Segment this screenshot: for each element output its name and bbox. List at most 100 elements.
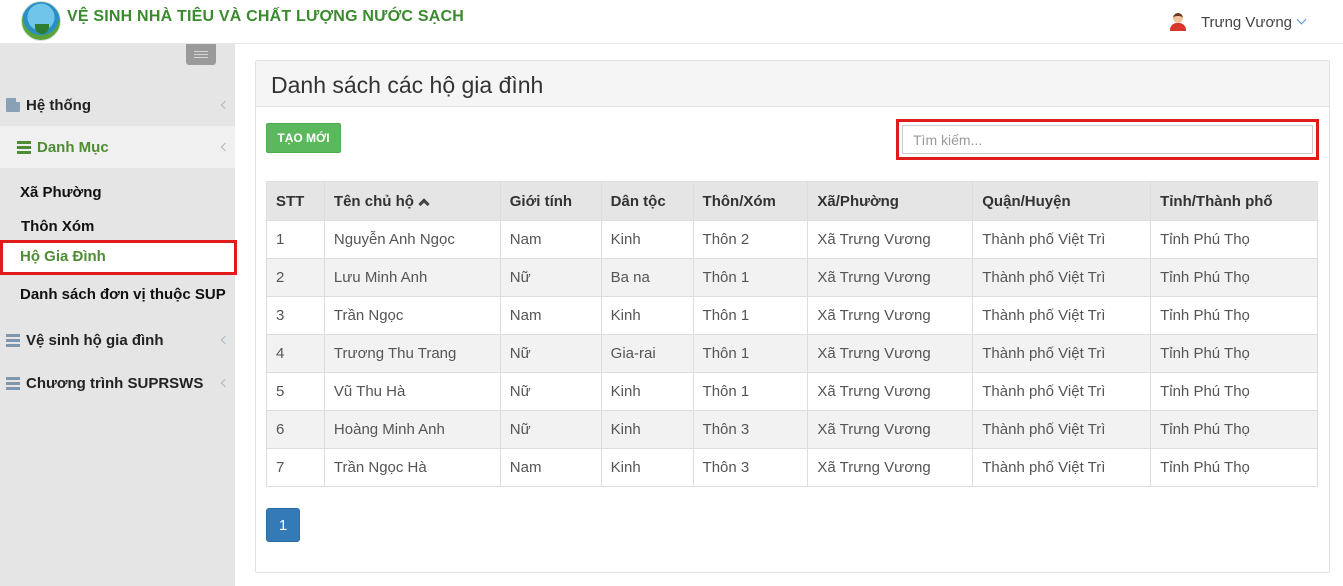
table-cell: Tỉnh Phú Thọ (1150, 296, 1318, 335)
table-cell: Thôn 1 (692, 258, 809, 297)
table-cell: 7 (266, 448, 325, 487)
table-cell: Hoàng Minh Anh (323, 410, 501, 449)
table-cell: Nguyễn Anh Ngọc (323, 220, 501, 259)
table-cell: Xã Trưng Vương (807, 448, 974, 487)
column-header-tinh-thanh-pho[interactable]: Tỉnh/Thành phố (1150, 181, 1318, 221)
table-row[interactable]: 5 Vũ Thu Hà Nữ Kinh Thôn 1 Xã Trưng Vương Thàn… (266, 372, 1318, 411)
table-row[interactable]: 6 Hoàng Minh Anh Nữ Kinh Thôn 3 Xã Trưng Vươn… (266, 410, 1318, 449)
table-cell: Thôn 3 (692, 410, 809, 449)
table-cell: Xã Trưng Vương (807, 334, 974, 373)
column-header-stt[interactable]: STT (266, 181, 325, 221)
server-icon (6, 376, 20, 390)
sidebar-item-danh-muc[interactable]: Danh Mục (0, 126, 235, 168)
table-cell: Thôn 3 (692, 448, 809, 487)
households-panel: Danh sách các hộ gia đình TẠO MỚI STT Tê… (255, 60, 1330, 573)
table-cell: Kinh (600, 296, 694, 335)
chevron-left-icon (220, 378, 230, 388)
user-avatar-icon (1169, 13, 1187, 31)
sidebar: Hệ thống Danh Mục Xã Phường Thôn Xóm Hộ … (0, 44, 237, 586)
table-cell: Thôn 1 (692, 372, 809, 411)
table-cell: Nữ (499, 334, 602, 373)
table-cell: Ba na (600, 258, 694, 297)
top-header: VỆ SINH NHÀ TIÊU VÀ CHẤT LƯỢNG NƯỚC SẠCH… (0, 0, 1343, 44)
table-cell: 5 (266, 372, 325, 411)
table-cell: Xã Trưng Vương (807, 410, 974, 449)
sidebar-subitem-ho-gia-dinh[interactable]: Hộ Gia Đình (0, 240, 237, 275)
table-cell: Tỉnh Phú Thọ (1150, 410, 1318, 449)
table-cell: Thành phố Việt Trì (972, 258, 1152, 297)
table-row[interactable]: 1 Nguyễn Anh Ngọc Nam Kinh Thôn 2 Xã Trưng Vư… (266, 220, 1318, 259)
sidebar-subitem-xa-phuong[interactable]: Xã Phường (20, 184, 102, 201)
sidebar-toggle-button[interactable] (186, 44, 216, 65)
column-header-label: Tên chủ hộ (333, 192, 414, 210)
table-row[interactable]: 4 Trương Thu Trang Nữ Gia-rai Thôn 1 Xã Trưng… (266, 334, 1318, 373)
create-new-button[interactable]: TẠO MỚI (266, 123, 341, 153)
table-cell: Nữ (499, 372, 602, 411)
table-cell: Nam (499, 220, 602, 259)
user-menu[interactable]: Trưng Vương (1169, 12, 1307, 32)
pagination-page-1[interactable]: 1 (266, 508, 300, 542)
chevron-left-icon (220, 335, 230, 345)
sidebar-subitem-thon-xom[interactable]: Thôn Xóm (21, 218, 94, 235)
table-cell: Tỉnh Phú Thọ (1150, 448, 1318, 487)
table-cell: Nữ (499, 410, 602, 449)
table-cell: Trần Ngọc Hà (323, 448, 501, 487)
list-icon (17, 140, 31, 154)
table-cell: Nam (499, 296, 602, 335)
app-title: VỆ SINH NHÀ TIÊU VÀ CHẤT LƯỢNG NƯỚC SẠCH (67, 8, 464, 25)
sidebar-item-label: Danh Mục (37, 138, 109, 156)
document-icon (6, 98, 20, 112)
sidebar-item-label: Vệ sinh hộ gia đình (26, 331, 164, 349)
table-row[interactable]: 2 Lưu Minh Anh Nữ Ba na Thôn 1 Xã Trưng Vương… (266, 258, 1318, 297)
sidebar-item-chuong-trinh-suprsws[interactable]: Chương trình SUPRSWS (0, 362, 235, 404)
table-cell: Nữ (499, 258, 602, 297)
sort-ascending-icon (418, 197, 430, 210)
table-cell: Thành phố Việt Trì (972, 334, 1152, 373)
sidebar-subitem-don-vi-sup[interactable]: Danh sách đơn vị thuộc SUP (20, 286, 226, 303)
table-header-row: STT Tên chủ hộ Giới tính Dân tộc Thôn/Xó… (266, 181, 1318, 221)
table-cell: Tỉnh Phú Thọ (1150, 372, 1318, 411)
table-cell: Vũ Thu Hà (323, 372, 501, 411)
column-header-xa-phuong[interactable]: Xã/Phường (807, 181, 974, 221)
sidebar-item-label: Hệ thống (26, 96, 91, 114)
table-row[interactable]: 3 Trần Ngọc Nam Kinh Thôn 1 Xã Trưng Vương Thà… (266, 296, 1318, 335)
table-cell: Tỉnh Phú Thọ (1150, 334, 1318, 373)
column-header-gioi-tinh[interactable]: Giới tính (499, 181, 602, 221)
chevron-down-icon (1296, 14, 1307, 25)
table-cell: 1 (266, 220, 325, 259)
table-row[interactable]: 7 Trần Ngọc Hà Nam Kinh Thôn 3 Xã Trưng Vương… (266, 448, 1318, 487)
column-header-thon-xom[interactable]: Thôn/Xóm (692, 181, 809, 221)
table-cell: Gia-rai (600, 334, 694, 373)
chevron-left-icon (220, 100, 230, 110)
table-cell: Trần Ngọc (323, 296, 501, 335)
table-cell: 2 (266, 258, 325, 297)
panel-header: Danh sách các hộ gia đình (256, 61, 1329, 107)
app-logo (21, 1, 61, 41)
table-cell: Nam (499, 448, 602, 487)
table-cell: Trương Thu Trang (323, 334, 501, 373)
table-cell: 3 (266, 296, 325, 335)
sidebar-item-ve-sinh-ho-gia-dinh[interactable]: Vệ sinh hộ gia đình (0, 319, 235, 361)
table-cell: Tỉnh Phú Thọ (1150, 220, 1318, 259)
search-box (896, 119, 1319, 160)
table-cell: 4 (266, 334, 325, 373)
table-cell: Kinh (600, 410, 694, 449)
table-cell: Kinh (600, 220, 694, 259)
table-cell: Thôn 1 (692, 334, 809, 373)
sidebar-item-label: Chương trình SUPRSWS (26, 374, 204, 392)
table-cell: Lưu Minh Anh (323, 258, 501, 297)
column-header-ten-chu-ho[interactable]: Tên chủ hộ (323, 181, 501, 221)
server-icon (6, 333, 20, 347)
table-cell: Kinh (600, 372, 694, 411)
table-cell: Thôn 1 (692, 296, 809, 335)
table-cell: Xã Trưng Vương (807, 258, 974, 297)
table-cell: Xã Trưng Vương (807, 296, 974, 335)
table-cell: Kinh (600, 448, 694, 487)
search-input[interactable] (902, 125, 1313, 154)
column-header-dan-toc[interactable]: Dân tộc (600, 181, 694, 221)
table-cell: Thành phố Việt Trì (972, 410, 1152, 449)
sidebar-item-he-thong[interactable]: Hệ thống (0, 84, 235, 126)
column-header-quan-huyen[interactable]: Quận/Huyện (972, 181, 1152, 221)
table-cell: Tỉnh Phú Thọ (1150, 258, 1318, 297)
table-cell: Thành phố Việt Trì (972, 220, 1152, 259)
